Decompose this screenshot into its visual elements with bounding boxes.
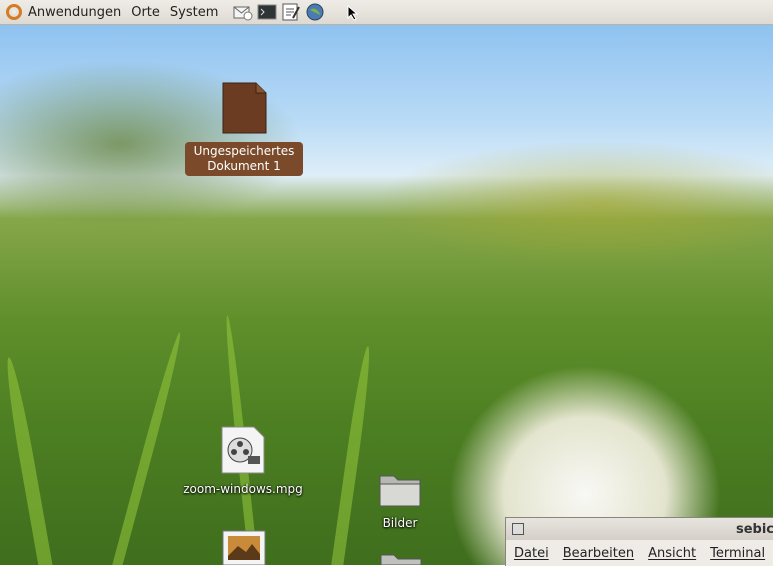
menu-applications[interactable]: Anwendungen [28, 0, 126, 24]
folder-icon[interactable] [380, 551, 422, 569]
terminal-window[interactable]: sebic Datei Bearbeiten Ansicht Terminal [505, 517, 773, 566]
desktop-icon-video-file[interactable]: zoom-windows.mpg [178, 426, 308, 497]
mail-icon[interactable] [233, 2, 253, 22]
desktop-icon-unsaved-document[interactable]: Ungespeichertes Dokument 1 [184, 82, 304, 176]
video-file-icon [220, 426, 266, 478]
folder-icon [378, 470, 422, 512]
menu-datei[interactable]: Datei [514, 546, 549, 561]
grass-decoration [110, 331, 185, 565]
menu-applications-label: Anwendungen [28, 4, 122, 20]
desktop-icon-label: Bilder [382, 516, 418, 530]
text-editor-icon[interactable] [281, 2, 301, 22]
image-file-icon[interactable] [222, 530, 266, 569]
terminal-icon[interactable] [257, 2, 277, 22]
grass-decoration [1, 356, 54, 565]
document-icon [220, 82, 268, 138]
mouse-cursor-icon [347, 4, 359, 25]
menu-system[interactable]: System [165, 0, 223, 24]
ubuntu-logo-icon[interactable] [6, 4, 22, 20]
menu-terminal[interactable]: Terminal [710, 546, 765, 561]
desktop-icon-label: Ungespeichertes Dokument 1 [185, 142, 303, 176]
terminal-titlebar[interactable]: sebic [506, 518, 773, 540]
desktop-icon-label: zoom-windows.mpg [183, 482, 303, 496]
desktop-icon-bilder-folder[interactable]: Bilder [372, 470, 428, 531]
terminal-menubar: Datei Bearbeiten Ansicht Terminal [506, 540, 773, 566]
menu-ansicht[interactable]: Ansicht [648, 546, 696, 561]
menu-bearbeiten[interactable]: Bearbeiten [563, 546, 634, 561]
menu-places-label: Orte [131, 4, 160, 20]
window-menu-icon[interactable] [512, 523, 524, 535]
grass-decoration [330, 345, 374, 565]
menu-system-label: System [169, 4, 219, 20]
top-panel: Anwendungen Orte System [0, 0, 773, 25]
menu-places[interactable]: Orte [126, 0, 165, 24]
window-title: sebic [735, 521, 773, 537]
web-browser-icon[interactable] [305, 2, 325, 22]
